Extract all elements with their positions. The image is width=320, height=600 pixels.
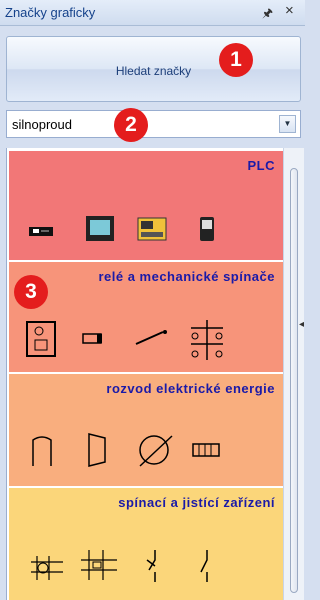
- category-relays-switches[interactable]: relé a mechanické spínače: [9, 262, 283, 372]
- hmi-panel-icon[interactable]: [84, 213, 118, 245]
- category-power-distribution[interactable]: rozvod elektrické energie: [9, 374, 283, 486]
- fuse-switch-icon[interactable]: [143, 548, 167, 584]
- pin-icon[interactable]: 🖈: [262, 4, 273, 25]
- category-combobox[interactable]: silnoproud ▼: [6, 110, 301, 138]
- meter-icon[interactable]: [134, 432, 176, 468]
- disconnector-icon[interactable]: [197, 548, 217, 584]
- category-label: relé a mechanické spínače: [98, 269, 275, 284]
- terminal-block-icon[interactable]: [189, 438, 225, 462]
- resize-arrow-icon[interactable]: ◂: [299, 319, 304, 330]
- category-plc[interactable]: PLC: [9, 151, 283, 260]
- contact-icon[interactable]: [79, 330, 107, 348]
- category-combobox-value: silnoproud: [12, 117, 72, 132]
- vertical-scrollbar[interactable]: [283, 148, 304, 600]
- door-icon[interactable]: [85, 430, 111, 470]
- scrollbar-thumb[interactable]: [290, 168, 298, 593]
- close-icon[interactable]: ×: [285, 2, 294, 19]
- category-switching-protection[interactable]: spínací a jistící zařízení: [9, 488, 283, 600]
- search-symbols-button[interactable]: Hledat značky: [6, 36, 301, 102]
- chevron-down-icon[interactable]: ▼: [279, 115, 296, 133]
- switchgear-icon[interactable]: [77, 548, 121, 582]
- enclosure-icon[interactable]: [27, 432, 57, 468]
- category-label: spínací a jistící zařízení: [118, 495, 275, 510]
- panel-title: Značky graficky: [5, 5, 96, 20]
- search-symbols-button-label: Hledat značky: [115, 64, 192, 78]
- plc-controller-icon[interactable]: [136, 216, 170, 244]
- handheld-terminal-icon[interactable]: [197, 215, 217, 245]
- symbol-category-list: PLC relé a mechanické spínače rozvod ele…: [6, 148, 283, 600]
- callout-badge-2: 2: [114, 108, 148, 142]
- callout-badge-3: 3: [14, 275, 48, 309]
- mechanical-switch-icon[interactable]: [133, 326, 169, 350]
- relay-coil-icon[interactable]: [25, 318, 59, 360]
- plc-module-icon[interactable]: [27, 221, 57, 243]
- circuit-breaker-icon[interactable]: [27, 552, 67, 584]
- category-label: rozvod elektrické energie: [106, 381, 275, 396]
- callout-badge-1: 1: [219, 43, 253, 77]
- switch-assembly-icon[interactable]: [187, 318, 227, 362]
- panel-titlebar: Značky graficky 🖈 ×: [0, 0, 305, 26]
- category-label: PLC: [247, 158, 275, 173]
